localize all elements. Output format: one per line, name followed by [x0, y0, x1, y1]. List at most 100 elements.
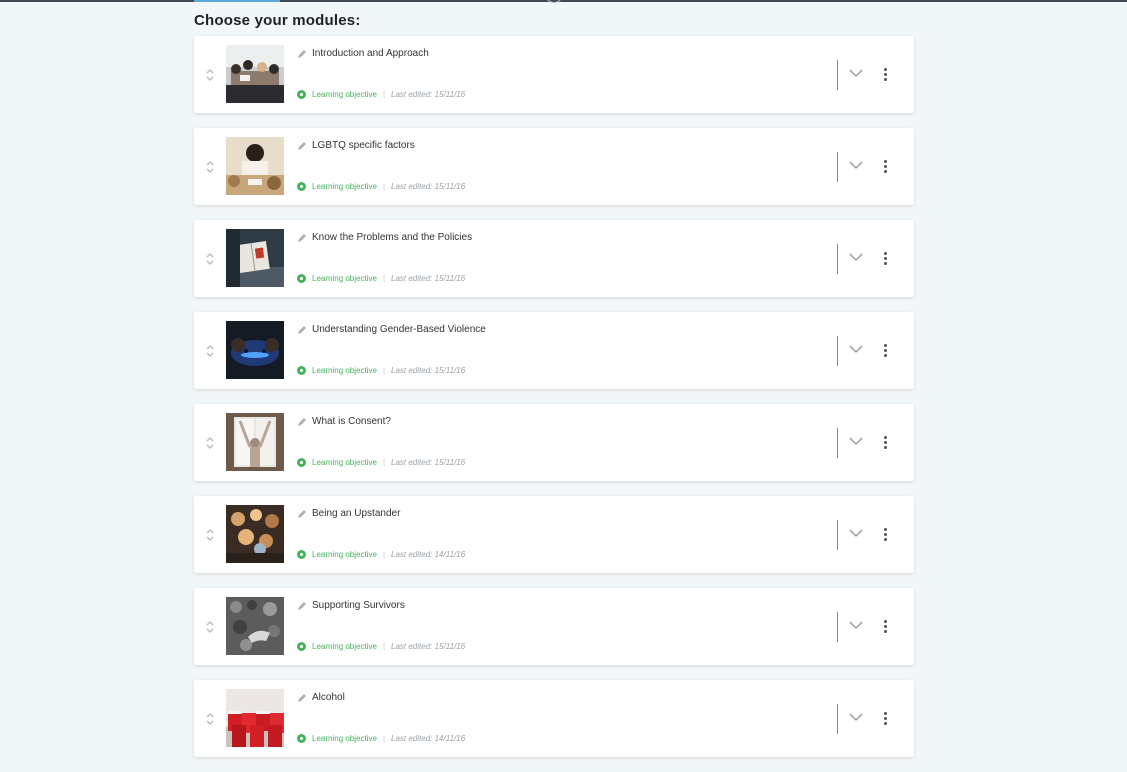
drag-handle-icon[interactable] — [205, 251, 215, 267]
more-vertical-icon[interactable] — [882, 620, 888, 634]
learning-objective-label[interactable]: Learning objective — [312, 182, 377, 191]
action-divider — [837, 336, 838, 366]
chevron-down-icon[interactable] — [849, 528, 863, 538]
chevron-down-icon[interactable] — [849, 436, 863, 446]
learning-objective-label[interactable]: Learning objective — [312, 90, 377, 99]
module-meta: Learning objective | Last edited: 14/11/… — [297, 550, 465, 559]
drag-handle-icon[interactable] — [205, 343, 215, 359]
action-divider — [837, 244, 838, 274]
last-edited-text: Last edited: 15/11/16 — [391, 182, 466, 191]
module-thumbnail — [226, 321, 284, 379]
more-vertical-icon[interactable] — [882, 436, 888, 450]
drag-handle-icon[interactable] — [205, 619, 215, 635]
active-tab-indicator — [194, 0, 280, 2]
more-vertical-icon[interactable] — [882, 712, 888, 726]
more-vertical-icon[interactable] — [882, 528, 888, 542]
meta-separator: | — [382, 366, 386, 375]
module-card: Understanding Gender-Based Violence Lear… — [194, 312, 914, 389]
last-edited-text: Last edited: 15/11/16 — [391, 366, 466, 375]
more-vertical-icon[interactable] — [882, 160, 888, 174]
module-title[interactable]: Supporting Survivors — [312, 600, 405, 611]
module-meta: Learning objective | Last edited: 15/11/… — [297, 182, 465, 191]
pencil-icon[interactable] — [297, 693, 307, 703]
pencil-icon[interactable] — [297, 509, 307, 519]
pencil-icon[interactable] — [297, 233, 307, 243]
chevron-down-icon[interactable] — [849, 68, 863, 78]
module-thumbnail — [226, 689, 284, 747]
learning-objective-icon — [297, 734, 306, 743]
drag-handle-icon[interactable] — [205, 159, 215, 175]
module-thumbnail — [226, 137, 284, 195]
module-list: Introduction and Approach Learning objec… — [194, 36, 914, 772]
drag-handle-icon[interactable] — [205, 435, 215, 451]
learning-objective-label[interactable]: Learning objective — [312, 734, 377, 743]
module-thumbnail — [226, 505, 284, 563]
pencil-icon[interactable] — [297, 601, 307, 611]
action-divider — [837, 152, 838, 182]
module-meta: Learning objective | Last edited: 15/11/… — [297, 274, 465, 283]
more-vertical-icon[interactable] — [882, 344, 888, 358]
pencil-icon[interactable] — [297, 325, 307, 335]
module-title[interactable]: Understanding Gender-Based Violence — [312, 324, 486, 335]
module-meta: Learning objective | Last edited: 14/11/… — [297, 734, 465, 743]
meta-separator: | — [382, 550, 386, 559]
learning-objective-label[interactable]: Learning objective — [312, 366, 377, 375]
learning-objective-label[interactable]: Learning objective — [312, 274, 377, 283]
module-title[interactable]: What is Consent? — [312, 416, 391, 427]
page-title: Choose your modules: — [194, 12, 361, 29]
module-title[interactable]: Alcohol — [312, 692, 345, 703]
learning-objective-icon — [297, 458, 306, 467]
module-card: What is Consent? Learning objective | La… — [194, 404, 914, 481]
module-title[interactable]: LGBTQ specific factors — [312, 140, 415, 151]
module-title-row: Being an Upstander — [297, 508, 400, 519]
meta-separator: | — [382, 182, 386, 191]
last-edited-text: Last edited: 14/11/16 — [391, 550, 466, 559]
more-vertical-icon[interactable] — [882, 252, 888, 266]
meta-separator: | — [382, 642, 386, 651]
drag-handle-icon[interactable] — [205, 67, 215, 83]
learning-objective-icon — [297, 366, 306, 375]
action-divider — [837, 520, 838, 550]
module-title[interactable]: Introduction and Approach — [312, 48, 429, 59]
chevron-down-icon[interactable] — [849, 252, 863, 262]
action-divider — [837, 428, 838, 458]
module-card: LGBTQ specific factors Learning objectiv… — [194, 128, 914, 205]
module-title[interactable]: Being an Upstander — [312, 508, 400, 519]
module-title-row: Know the Problems and the Policies — [297, 232, 472, 243]
learning-objective-label[interactable]: Learning objective — [312, 642, 377, 651]
meta-separator: | — [382, 458, 386, 467]
meta-separator: | — [382, 734, 386, 743]
learning-objective-icon — [297, 550, 306, 559]
module-title-row: Supporting Survivors — [297, 600, 405, 611]
chevron-down-icon[interactable] — [849, 620, 863, 630]
learning-objective-label[interactable]: Learning objective — [312, 550, 377, 559]
last-edited-text: Last edited: 15/11/16 — [391, 642, 466, 651]
action-divider — [837, 612, 838, 642]
last-edited-text: Last edited: 15/11/16 — [391, 90, 466, 99]
drag-handle-icon[interactable] — [205, 711, 215, 727]
action-divider — [837, 60, 838, 90]
chevron-down-icon[interactable] — [849, 344, 863, 354]
module-card: Being an Upstander Learning objective | … — [194, 496, 914, 573]
last-edited-text: Last edited: 15/11/16 — [391, 458, 466, 467]
drag-handle-icon[interactable] — [205, 527, 215, 543]
more-vertical-icon[interactable] — [882, 68, 888, 82]
module-meta: Learning objective | Last edited: 15/11/… — [297, 366, 465, 375]
chevron-down-icon[interactable] — [849, 712, 863, 722]
pencil-icon[interactable] — [297, 49, 307, 59]
module-card: Supporting Survivors Learning objective … — [194, 588, 914, 665]
learning-objective-label[interactable]: Learning objective — [312, 458, 377, 467]
module-title[interactable]: Know the Problems and the Policies — [312, 232, 472, 243]
meta-separator: | — [382, 90, 386, 99]
learning-objective-icon — [297, 642, 306, 651]
pencil-icon[interactable] — [297, 141, 307, 151]
module-thumbnail — [226, 597, 284, 655]
module-thumbnail — [226, 45, 284, 103]
pencil-icon[interactable] — [297, 417, 307, 427]
learning-objective-icon — [297, 274, 306, 283]
module-thumbnail — [226, 413, 284, 471]
module-meta: Learning objective | Last edited: 15/11/… — [297, 458, 465, 467]
action-divider — [837, 704, 838, 734]
module-meta: Learning objective | Last edited: 15/11/… — [297, 90, 465, 99]
chevron-down-icon[interactable] — [849, 160, 863, 170]
